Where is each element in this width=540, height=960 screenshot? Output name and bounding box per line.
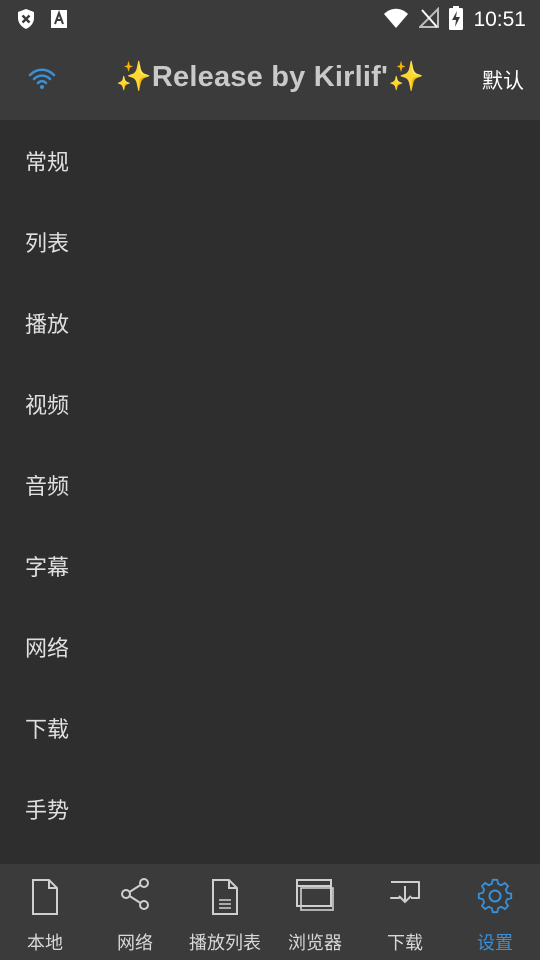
- nav-label: 设置: [477, 933, 513, 954]
- app-title: ✨Release by Kirlif'✨: [115, 61, 425, 93]
- menu-item-general[interactable]: 常规: [0, 120, 540, 201]
- status-bar: 10:51: [0, 0, 540, 38]
- nav-network[interactable]: 网络: [90, 864, 180, 960]
- battery-charging-icon: [449, 6, 464, 34]
- menu-item-playback[interactable]: 播放: [0, 282, 540, 363]
- no-signal-icon: [418, 6, 440, 33]
- nav-label: 浏览器: [288, 933, 342, 954]
- menu-item-video[interactable]: 视频: [0, 363, 540, 444]
- file-icon: [32, 879, 58, 915]
- menu-item-subtitles[interactable]: 字幕: [0, 525, 540, 606]
- menu-item-network[interactable]: 网络: [0, 606, 540, 687]
- settings-menu: 常规 列表 播放 视频 音频 字幕 网络 下载 手势: [0, 120, 540, 849]
- menu-item-list[interactable]: 列表: [0, 201, 540, 282]
- default-button[interactable]: 默认: [482, 65, 524, 95]
- font-a-icon: [50, 9, 68, 33]
- nav-label: 下载: [387, 933, 423, 954]
- nav-playlist[interactable]: 播放列表: [180, 864, 270, 960]
- menu-item-gestures[interactable]: 手势: [0, 768, 540, 849]
- nav-settings[interactable]: 设置: [450, 864, 540, 960]
- gear-icon: [477, 878, 513, 914]
- bottom-nav: 本地 网络 播放列表 浏览器 下载 设置: [0, 864, 540, 960]
- download-tray-icon: [390, 881, 420, 904]
- menu-item-audio[interactable]: 音频: [0, 444, 540, 525]
- nav-browser[interactable]: 浏览器: [270, 864, 360, 960]
- browser-window-icon: [296, 879, 334, 911]
- wifi-icon: [383, 7, 409, 33]
- nav-download[interactable]: 下载: [360, 864, 450, 960]
- shield-x-icon: [16, 8, 36, 34]
- share-icon: [121, 878, 149, 910]
- document-list-icon: [212, 879, 238, 915]
- nav-label: 本地: [27, 933, 63, 954]
- app-bar: ✨Release by Kirlif'✨ 默认: [0, 38, 540, 120]
- nav-label: 网络: [117, 933, 153, 954]
- nav-local[interactable]: 本地: [0, 864, 90, 960]
- status-time: 10:51: [473, 8, 526, 31]
- menu-item-download[interactable]: 下载: [0, 687, 540, 768]
- nav-label: 播放列表: [189, 933, 261, 954]
